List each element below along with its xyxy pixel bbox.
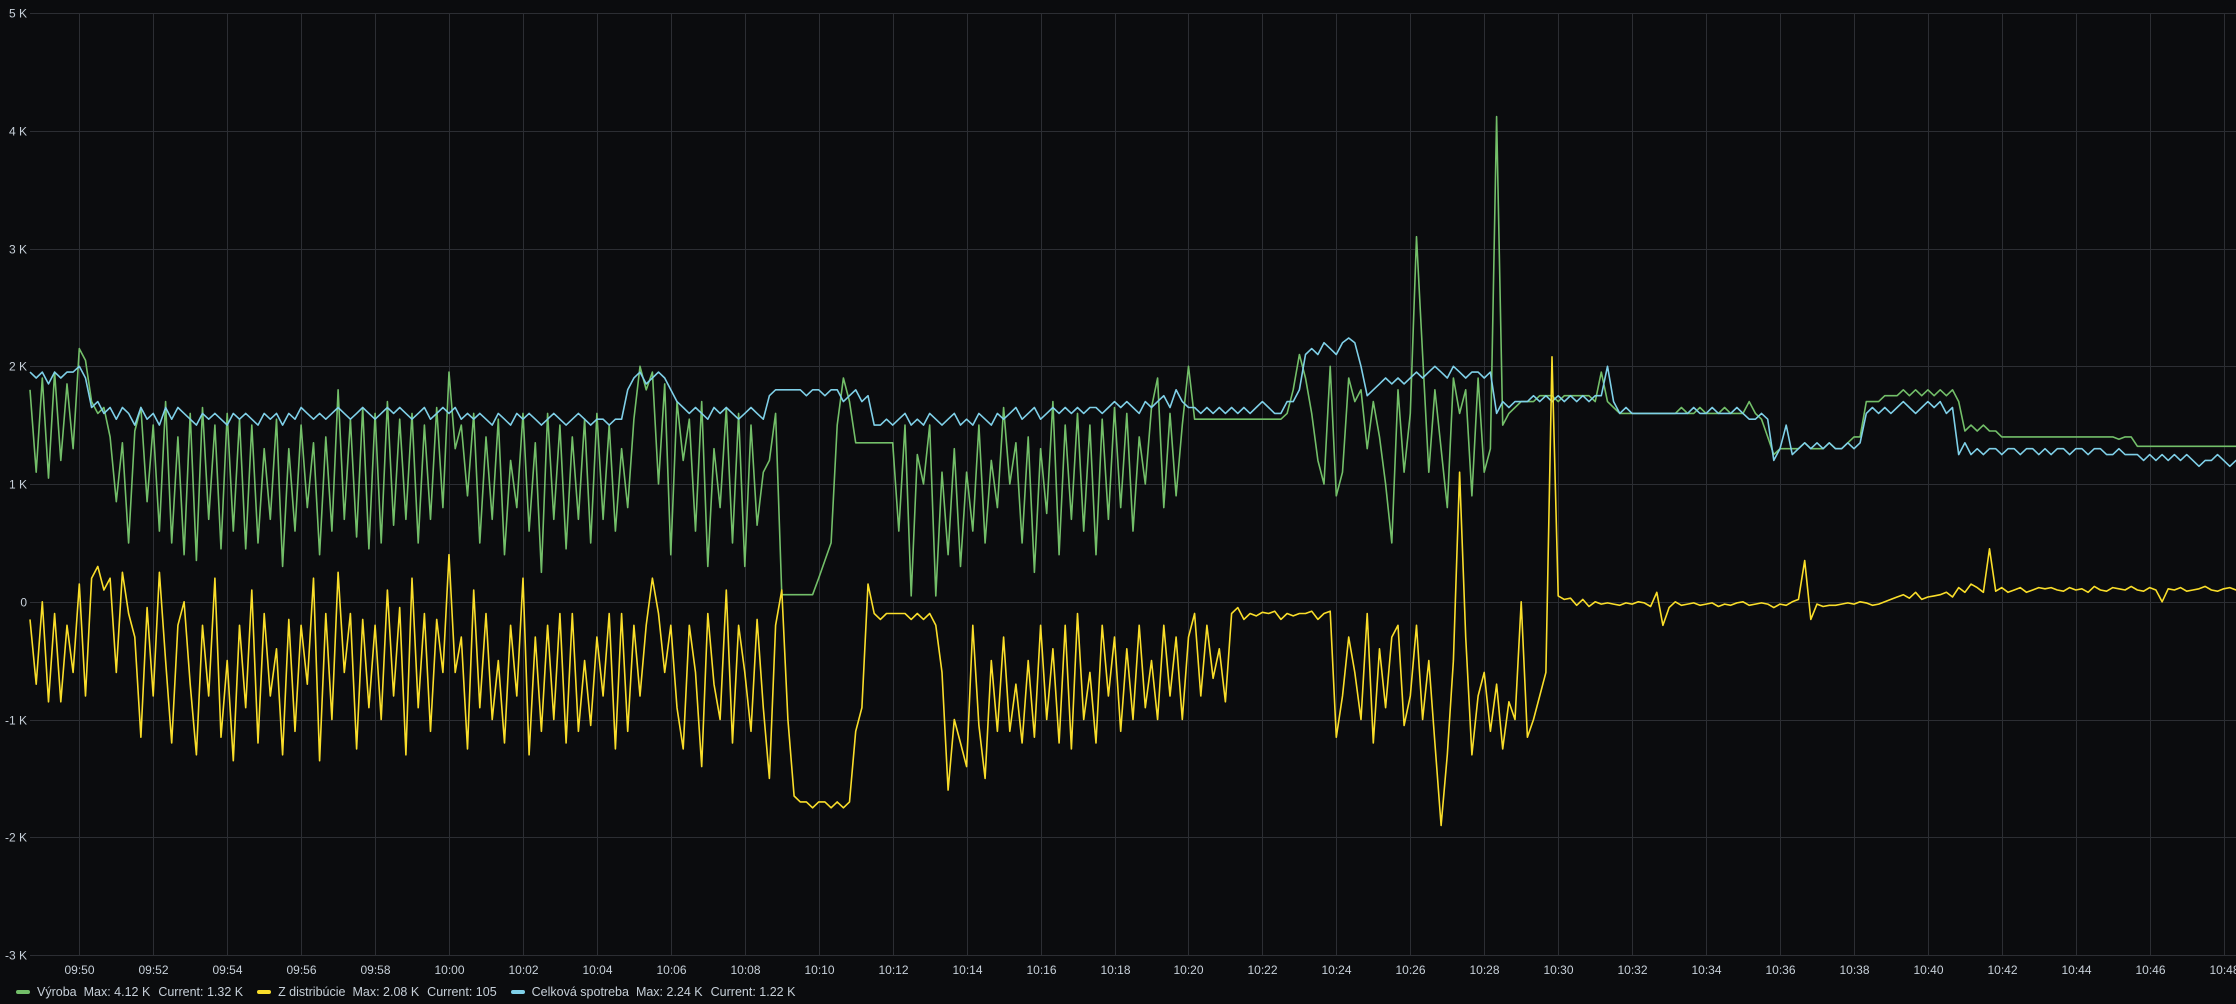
x-tick-label: 10:04: [582, 963, 612, 977]
x-tick-label: 10:42: [1987, 963, 2017, 977]
x-tick-label: 10:08: [730, 963, 760, 977]
x-tick-label: 10:30: [1543, 963, 1573, 977]
x-tick-label: 10:34: [1691, 963, 1721, 977]
legend: Výroba Max: 4.12 K Current: 1.32 K Z dis…: [16, 983, 795, 1001]
x-tick-label: 10:48: [2209, 963, 2236, 977]
x-tick-label: 10:38: [1839, 963, 1869, 977]
y-tick-label: 2 K: [9, 360, 27, 374]
y-grid: [30, 13, 2236, 956]
x-tick-label: 09:56: [286, 963, 316, 977]
x-tick-label: 10:26: [1395, 963, 1425, 977]
y-tick-label: 0: [20, 596, 27, 610]
x-tick-label: 10:10: [804, 963, 834, 977]
y-tick-label: 3 K: [9, 243, 27, 257]
x-tick-label: 10:32: [1617, 963, 1647, 977]
legend-current-value: Current: 105: [427, 985, 497, 999]
x-tick-label: 10:18: [1100, 963, 1130, 977]
y-tick-label: -2 K: [5, 831, 27, 845]
x-tick-label: 10:46: [2135, 963, 2165, 977]
x-tick-label: 09:54: [212, 963, 242, 977]
graph-panel: 5 K4 K3 K2 K1 K 0 -1 K -2 K -3 K 09:50 09:52 0…: [0, 0, 2236, 1004]
x-tick-label: 10:40: [1913, 963, 1943, 977]
x-tick-label: 10:02: [508, 963, 538, 977]
y-tick-label: -3 K: [5, 949, 27, 963]
x-axis: 09:50 09:52 09:54 09:56 09:58 10:00 10:02 10:04…: [64, 963, 2236, 977]
x-tick-label: 10:44: [2061, 963, 2091, 977]
series-line-vyroba: [29, 115, 2236, 597]
x-tick-label: 10:12: [878, 963, 908, 977]
legend-item-celkova-spotreba[interactable]: Celková spotreba Max: 2.24 K Current: 1.…: [510, 985, 796, 999]
legend-max-value: Max: 4.12 K: [83, 985, 151, 999]
y-tick-label: 1 K: [9, 478, 27, 492]
y-tick-label: -1 K: [5, 714, 27, 728]
x-tick-label: 10:16: [1026, 963, 1056, 977]
x-tick-label: 10:14: [952, 963, 982, 977]
time-series-chart[interactable]: 5 K4 K3 K2 K1 K0-1 K-2 K-3 K 09:50 09:52 0…: [0, 0, 2236, 982]
x-tick-label: 09:58: [360, 963, 390, 977]
series-color-swatch: [510, 990, 525, 994]
y-tick-label: 4 K: [9, 125, 27, 139]
legend-current-value: Current: 1.22 K: [710, 985, 796, 999]
legend-series-name: Výroba: [37, 985, 77, 999]
series-line-z-distribucie: [29, 356, 2236, 827]
x-tick-label: 09:52: [138, 963, 168, 977]
x-tick-label: 10:36: [1765, 963, 1795, 977]
x-tick-label: 09:50: [64, 963, 94, 977]
legend-series-name: Celková spotreba: [531, 985, 629, 999]
legend-item-vyroba[interactable]: Výroba Max: 4.12 K Current: 1.32 K: [16, 985, 243, 999]
y-tick-label: 5 K: [9, 7, 27, 21]
legend-max-value: Max: 2.08 K: [352, 985, 420, 999]
legend-item-z-distribucie[interactable]: Z distribúcie Max: 2.08 K Current: 105: [257, 985, 497, 999]
x-tick-label: 10:24: [1321, 963, 1351, 977]
y-axis: 5 K 4 K 3 K 2 K 1 K 0 -1 K -2 K -3 K: [5, 7, 27, 963]
x-tick-label: 10:22: [1247, 963, 1277, 977]
x-tick-label: 10:20: [1173, 963, 1203, 977]
x-tick-label: 10:06: [656, 963, 686, 977]
legend-series-name: Z distribúcie: [278, 985, 346, 999]
series-color-swatch: [257, 990, 272, 994]
legend-max-value: Max: 2.24 K: [635, 985, 703, 999]
series-layer: [29, 115, 2236, 827]
x-tick-label: 10:00: [434, 963, 464, 977]
x-tick-label: 10:28: [1469, 963, 1499, 977]
series-color-swatch: [16, 990, 30, 994]
legend-current-value: Current: 1.32 K: [158, 985, 244, 999]
